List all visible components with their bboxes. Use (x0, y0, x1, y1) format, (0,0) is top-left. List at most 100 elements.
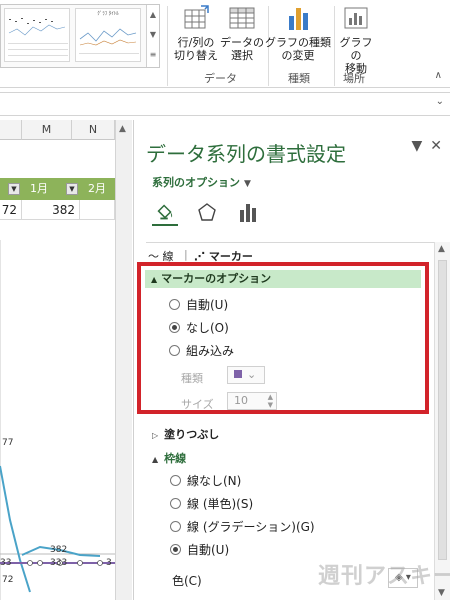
pane-controls: ▼ ✕ (403, 138, 442, 154)
gallery-more-icon[interactable]: ≡ (147, 45, 159, 65)
table-header-cell[interactable]: 2月 (80, 180, 115, 198)
formula-bar[interactable]: ⌄ (0, 92, 450, 116)
series-options-tab-icon[interactable] (235, 200, 261, 226)
format-data-series-pane: データ系列の書式設定 ▼ ✕ 系列のオプション ▼ 〜 線 | ⋰ マーカー ▲… (133, 120, 450, 600)
excel-window: ｸﾞﾗﾌ ﾀｲﾄﾙ ▲ ▼ ≡ 行/列の 切り替え データの 選択 グラフの種類… (0, 0, 450, 600)
header-cell-label: 2月 (88, 182, 106, 195)
close-icon[interactable]: ✕ (430, 138, 442, 154)
scroll-up-icon[interactable]: ▲ (119, 124, 126, 134)
data-label: 77 (2, 438, 13, 448)
scroll-up-icon[interactable]: ▲ (438, 244, 445, 254)
table-header-cell[interactable]: ▼ (0, 180, 22, 198)
thumbnail-chart-icon (8, 18, 68, 56)
select-data-button[interactable]: データの 選択 (220, 4, 264, 62)
fill-section-header[interactable]: ▷ 塗りつぶし (152, 426, 219, 442)
filter-dropdown-icon[interactable]: ▼ (66, 183, 78, 195)
collapse-triangle-icon: ▲ (151, 275, 158, 284)
border-section-header[interactable]: ▲ 枠線 (152, 450, 186, 466)
series-options-label: 系列のオプション (152, 176, 240, 189)
expand-formula-bar-icon[interactable]: ⌄ (436, 96, 444, 107)
header-cell-label: 1月 (30, 182, 48, 195)
chevron-down-icon: ⌄ (247, 368, 257, 381)
marker-size-label: サイズ (181, 398, 214, 411)
data-label: 3 (106, 558, 112, 568)
data-label: 333 (50, 558, 67, 568)
radio-label: 線なし(N) (187, 474, 242, 488)
gallery-down-icon[interactable]: ▼ (147, 25, 159, 45)
table-cell[interactable]: 72 (0, 200, 22, 220)
button-label: データの (220, 36, 264, 49)
data-label: 33 (0, 558, 11, 568)
radio-label: 自動(U) (186, 298, 229, 312)
worksheet[interactable]: M N ▼ 1月 ▼ 2月 72 382 77 382 333 33 72 3 (0, 120, 115, 600)
column-header-m[interactable]: M (22, 120, 72, 140)
switch-row-column-button[interactable]: 行/列の 切り替え (172, 4, 220, 62)
group-separator (167, 6, 168, 86)
thumbnail-title: ｸﾞﾗﾌ ﾀｲﾄﾙ (97, 11, 119, 17)
change-chart-type-button[interactable]: グラフの種類 の変更 (264, 4, 332, 62)
table-header-cell[interactable]: 1月 ▼ (22, 180, 80, 198)
group-label-data: データ (204, 72, 237, 85)
chart-style-thumbnail-1[interactable] (4, 8, 70, 62)
chart-area[interactable]: 77 382 333 33 72 3 (0, 220, 115, 600)
table-cell[interactable]: 382 (22, 200, 80, 220)
tab-separator: | (184, 248, 188, 261)
marker-options-label: マーカーのオプション (161, 272, 272, 285)
column-header-blank[interactable] (0, 120, 22, 140)
series-options-dropdown[interactable]: 系列のオプション ▼ (152, 174, 251, 190)
move-chart-icon (344, 7, 368, 29)
button-label: 切り替え (174, 49, 218, 62)
radio-border-auto[interactable]: 自動(U) (170, 541, 229, 559)
move-chart-button[interactable]: グラフの 移動 (336, 4, 376, 75)
chart-style-gallery: ｸﾞﾗﾌ ﾀｲﾄﾙ ▲ ▼ ≡ (0, 4, 160, 68)
filter-dropdown-icon[interactable]: ▼ (8, 183, 20, 195)
marker-type-select: ⌄ (227, 366, 265, 384)
fill-line-tab-icon[interactable] (152, 200, 178, 226)
chart-style-thumbnail-2[interactable]: ｸﾞﾗﾌ ﾀｲﾄﾙ (75, 8, 141, 62)
change-chart-type-icon (289, 8, 308, 30)
worksheet-scrollbar[interactable]: ▲ (115, 120, 132, 600)
table-cell[interactable] (80, 200, 115, 220)
series-point-handle (37, 560, 43, 566)
format-category-tabs (152, 200, 273, 226)
radio-border-gradient[interactable]: 線 (グラデーション)(G) (170, 518, 315, 536)
expand-triangle-icon: ▷ (152, 431, 159, 440)
pane-scrollbar[interactable]: ▲ ▼ (434, 242, 450, 600)
series-point-handle (27, 560, 33, 566)
series-line[interactable] (0, 465, 31, 593)
data-label: 382 (50, 545, 67, 555)
button-label: の変更 (281, 49, 315, 62)
radio-marker-builtin[interactable]: 組み込み (169, 342, 234, 360)
fill-section-label: 塗りつぶし (164, 428, 220, 441)
gallery-up-icon[interactable]: ▲ (147, 5, 159, 25)
series-point-handle (97, 560, 103, 566)
marker-size-input: 10 ▲ ▼ (227, 392, 277, 410)
switch-row-column-icon (184, 5, 209, 29)
series-point-handle (77, 560, 83, 566)
button-label: グラフの (339, 36, 373, 62)
scrollbar-thumb[interactable] (438, 260, 447, 560)
radio-icon (170, 475, 181, 486)
pane-title: データ系列の書式設定 (146, 142, 346, 166)
table-row: 72 382 (0, 200, 115, 220)
radio-icon (170, 521, 181, 532)
column-header-n[interactable]: N (72, 120, 115, 140)
effects-tab-icon[interactable] (194, 200, 220, 226)
radio-border-solid[interactable]: 線 (単色)(S) (170, 495, 253, 513)
radio-marker-auto[interactable]: 自動(U) (169, 296, 228, 314)
collapse-ribbon-icon[interactable]: ∧ (435, 70, 442, 81)
radio-marker-none[interactable]: なし(O) (169, 319, 229, 337)
marker-options-header[interactable]: ▲ マーカーのオプション (145, 270, 421, 288)
radio-label: なし(O) (186, 321, 229, 335)
gallery-scrollbar[interactable]: ▲ ▼ ≡ (146, 5, 159, 67)
group-separator (334, 6, 335, 86)
radio-icon (169, 345, 180, 356)
group-label-type: 種類 (288, 72, 310, 85)
radio-border-none[interactable]: 線なし(N) (170, 472, 241, 490)
chevron-down-icon: ▼ (244, 179, 251, 189)
radio-icon (169, 299, 180, 310)
button-label: 行/列の (177, 36, 215, 49)
radio-selected-icon (170, 544, 181, 555)
pane-options-icon[interactable]: ▼ (411, 138, 422, 154)
radio-label: 線 (単色)(S) (187, 497, 254, 511)
